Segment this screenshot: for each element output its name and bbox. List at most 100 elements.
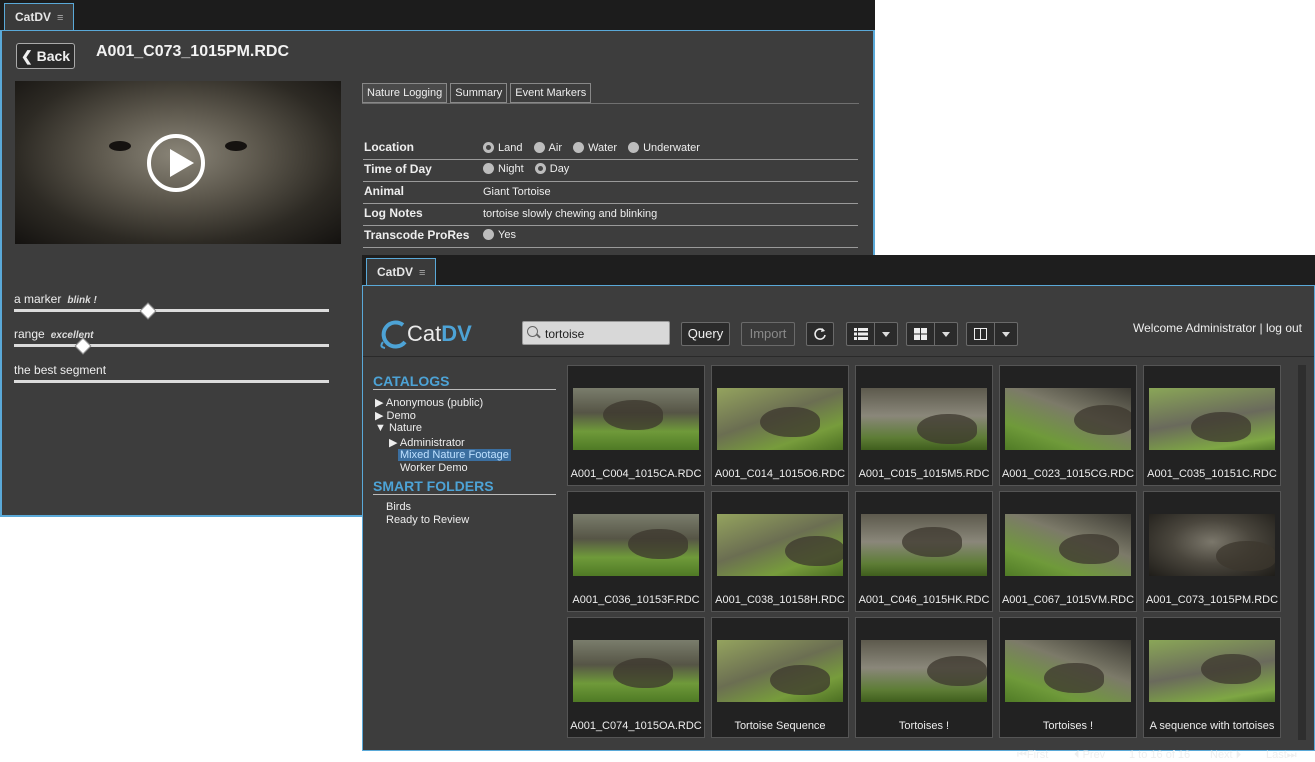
clip-thumbnail bbox=[1149, 640, 1275, 702]
grid-view-button[interactable] bbox=[906, 322, 958, 346]
clip-name: A001_C023_1015CG.RDC bbox=[1001, 468, 1135, 480]
marker-note: excellent bbox=[50, 330, 94, 341]
back-label: Back bbox=[36, 48, 71, 64]
app-tab[interactable]: CatDV ≡ bbox=[366, 258, 437, 285]
expand-arrow-icon[interactable]: ▶ bbox=[389, 437, 397, 449]
metadata-tabs: Nature Logging Summary Event Markers bbox=[362, 83, 594, 103]
sidebar-item-birds[interactable]: Birds bbox=[386, 501, 411, 513]
collapse-arrow-icon[interactable]: ▼ bbox=[375, 422, 386, 434]
sidebar-item-mixed-nature-footage[interactable]: Mixed Nature Footage bbox=[398, 449, 511, 461]
tortoise-head-shape bbox=[770, 665, 830, 695]
radio-icon bbox=[628, 142, 640, 153]
clip-tile[interactable]: A001_C035_10151C.RDC bbox=[1143, 365, 1281, 486]
marker-timeline[interactable] bbox=[14, 380, 329, 383]
clip-name: A001_C074_1015OA.RDC bbox=[570, 720, 702, 732]
scrollbar[interactable] bbox=[1298, 365, 1306, 740]
sidebar-item-nature[interactable]: ▼ Nature bbox=[375, 422, 422, 434]
sidebar-item-anonymous[interactable]: ▶ Anonymous (public) bbox=[375, 396, 483, 409]
animal-value[interactable]: Giant Tortoise bbox=[483, 186, 551, 198]
tab-strip: CatDV ≡ bbox=[0, 0, 875, 30]
radio-day[interactable]: Day bbox=[534, 163, 569, 175]
tree-label: Administrator bbox=[399, 437, 465, 449]
radio-water[interactable]: Water bbox=[573, 142, 617, 154]
chevron-down-icon[interactable] bbox=[874, 323, 897, 345]
tab-nature-logging[interactable]: Nature Logging bbox=[362, 83, 448, 103]
marker-timeline[interactable] bbox=[14, 344, 329, 347]
hamburger-icon[interactable]: ≡ bbox=[57, 12, 63, 24]
tortoise-eye bbox=[109, 141, 131, 151]
clip-tile[interactable]: A001_C046_1015HK.RDC bbox=[855, 491, 993, 612]
tab-divider bbox=[362, 103, 859, 104]
sidebar-item-worker-demo[interactable]: Worker Demo bbox=[400, 462, 468, 474]
clip-thumbnail bbox=[573, 388, 699, 450]
clip-thumbnail bbox=[1005, 640, 1131, 702]
catdv-logo-icon bbox=[380, 320, 407, 349]
clip-tile[interactable]: A001_C073_1015PM.RDC bbox=[1143, 491, 1281, 612]
log-notes-value[interactable]: tortoise slowly chewing and blinking bbox=[483, 208, 657, 220]
clip-tile[interactable]: A001_C004_1015CA.RDC bbox=[567, 365, 705, 486]
list-view-button[interactable] bbox=[846, 322, 898, 346]
radio-land[interactable]: Land bbox=[483, 142, 522, 154]
chevron-down-icon[interactable] bbox=[934, 323, 957, 345]
clip-name: Tortoise Sequence bbox=[734, 720, 826, 732]
sidebar-item-ready-to-review[interactable]: Ready to Review bbox=[386, 514, 469, 526]
import-button[interactable]: Import bbox=[741, 322, 795, 346]
tree-label: Anonymous (public) bbox=[385, 397, 484, 409]
chevron-left-icon: ❮ bbox=[20, 48, 37, 64]
clip-tile[interactable]: A sequence with tortoises bbox=[1143, 617, 1281, 738]
location-radio-group: Land Air Water Underwater bbox=[483, 142, 708, 154]
refresh-button[interactable] bbox=[806, 322, 834, 346]
clip-tile[interactable]: A001_C038_10158H.RDC bbox=[711, 491, 849, 612]
clip-title: A001_C073_1015PM.RDC bbox=[96, 43, 289, 60]
back-button[interactable]: ❮ Back bbox=[16, 43, 75, 69]
clip-tile[interactable]: A001_C067_1015VM.RDC bbox=[999, 491, 1137, 612]
clip-tile[interactable]: A001_C036_10153F.RDC bbox=[567, 491, 705, 612]
tortoise-head-shape bbox=[628, 529, 688, 559]
marker-row: a marker blink ! bbox=[14, 290, 329, 320]
toolbar-divider bbox=[363, 356, 1314, 357]
chevron-down-icon[interactable] bbox=[994, 323, 1017, 345]
radio-night[interactable]: Night bbox=[483, 163, 524, 175]
query-button[interactable]: Query bbox=[681, 322, 730, 346]
clip-thumbnail bbox=[717, 388, 843, 450]
clip-tile[interactable]: A001_C014_1015O6.RDC bbox=[711, 365, 849, 486]
expand-arrow-icon[interactable]: ▶ bbox=[375, 410, 383, 422]
clip-thumbnail bbox=[1149, 514, 1275, 576]
marker-handle[interactable] bbox=[139, 302, 157, 320]
tortoise-head-shape bbox=[902, 527, 962, 557]
hamburger-icon[interactable]: ≡ bbox=[419, 267, 425, 279]
tortoise-head-shape bbox=[613, 658, 673, 688]
clip-tile[interactable]: A001_C074_1015OA.RDC bbox=[567, 617, 705, 738]
play-icon[interactable] bbox=[147, 134, 205, 192]
tab-event-markers[interactable]: Event Markers bbox=[510, 83, 592, 103]
clip-tile[interactable]: A001_C023_1015CG.RDC bbox=[999, 365, 1137, 486]
app-tab-label: CatDV bbox=[15, 10, 52, 24]
app-tab[interactable]: CatDV ≡ bbox=[4, 3, 75, 30]
radio-yes[interactable]: Yes bbox=[483, 229, 516, 241]
logout-link[interactable]: log out bbox=[1266, 321, 1302, 335]
marker-timeline[interactable] bbox=[14, 309, 329, 312]
marker-row: range excellent bbox=[14, 325, 329, 355]
logo-text-cat: Cat bbox=[407, 321, 442, 346]
clip-tile[interactable]: Tortoise Sequence bbox=[711, 617, 849, 738]
clip-tile[interactable]: Tortoises ! bbox=[999, 617, 1137, 738]
tab-summary[interactable]: Summary bbox=[450, 83, 508, 103]
clip-thumbnail bbox=[861, 640, 987, 702]
radio-underwater[interactable]: Underwater bbox=[628, 142, 700, 154]
expand-arrow-icon[interactable]: ▶ bbox=[375, 397, 383, 409]
search-icon bbox=[527, 326, 538, 337]
radio-air[interactable]: Air bbox=[533, 142, 562, 154]
clip-tile[interactable]: Tortoises ! bbox=[855, 617, 993, 738]
clip-tile[interactable]: A001_C015_1015M5.RDC bbox=[855, 365, 993, 486]
radio-label: Yes bbox=[498, 229, 516, 241]
sidebar-item-administrator[interactable]: ▶ Administrator bbox=[389, 436, 465, 449]
refresh-icon bbox=[814, 328, 826, 340]
layout-button[interactable] bbox=[966, 322, 1018, 346]
sidebar-item-demo[interactable]: ▶ Demo bbox=[375, 409, 416, 422]
radio-icon bbox=[573, 142, 585, 153]
radio-selected-icon bbox=[483, 142, 494, 153]
search-input[interactable]: tortoise bbox=[522, 321, 670, 345]
user-area: Welcome Administrator | log out bbox=[1133, 321, 1302, 335]
clip-name: A001_C067_1015VM.RDC bbox=[1001, 594, 1135, 606]
smart-folders-heading: SMART FOLDERS bbox=[373, 478, 494, 494]
